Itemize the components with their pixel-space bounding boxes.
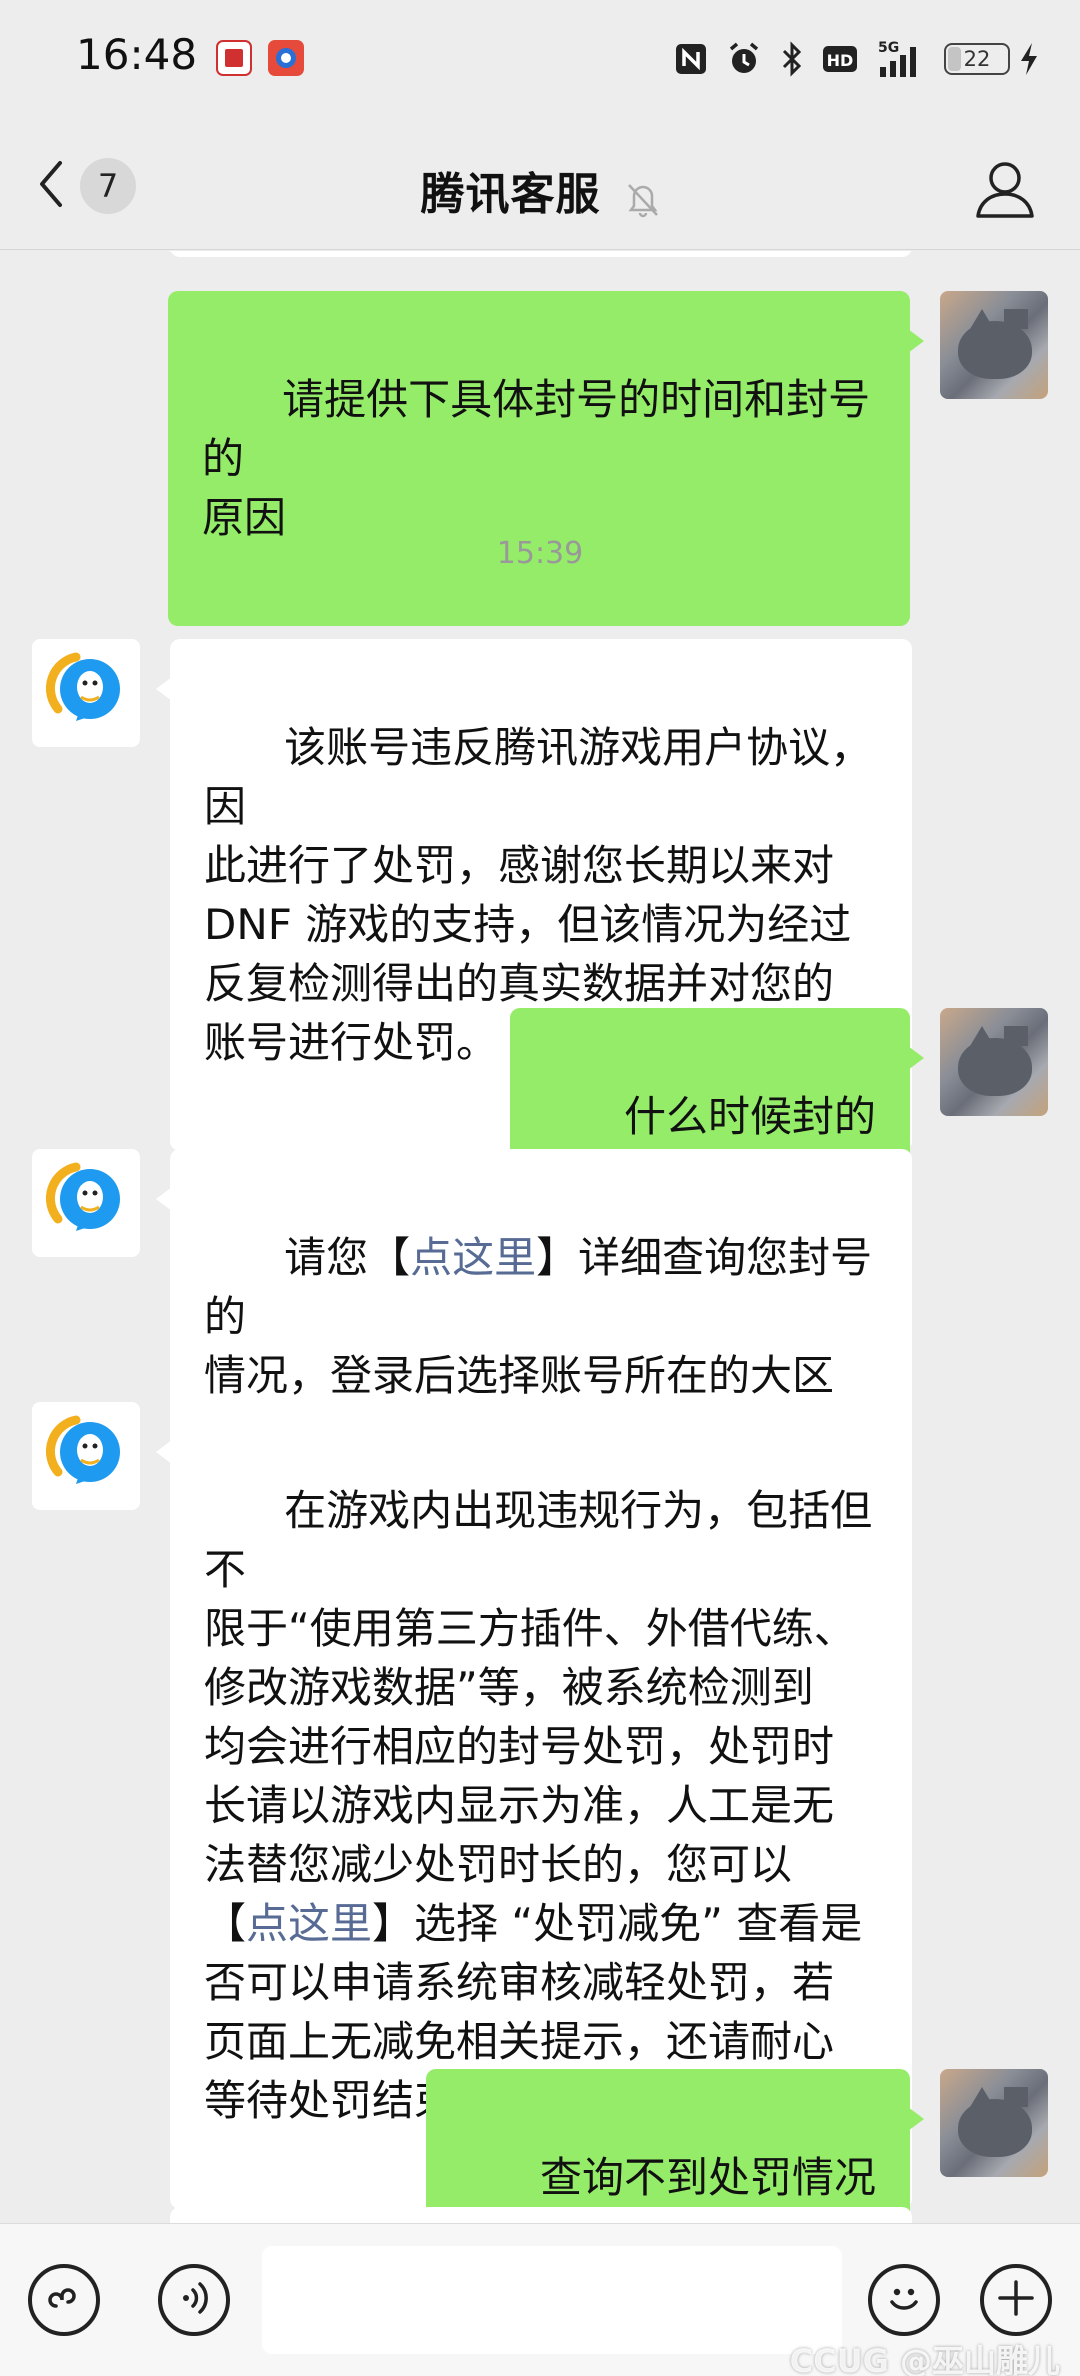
notification-app-icon bbox=[216, 40, 252, 76]
qq-logo-icon bbox=[45, 652, 120, 721]
hd-icon: HD bbox=[822, 43, 858, 75]
query-link[interactable]: 点这里 bbox=[410, 1233, 536, 1282]
charging-icon bbox=[1018, 41, 1040, 77]
more-button[interactable] bbox=[980, 2264, 1052, 2336]
alarm-icon bbox=[726, 41, 762, 77]
my-message-bubble[interactable]: 请提供下具体封号的时间和封号的 原因 bbox=[168, 291, 924, 626]
watermark: CCUG @巫山雕儿 bbox=[789, 2342, 1060, 2376]
nfc-icon bbox=[674, 42, 708, 76]
partial-message-bubble bbox=[156, 251, 912, 257]
mini-program-button[interactable] bbox=[28, 2264, 100, 2336]
battery-level: 22 bbox=[963, 47, 991, 71]
my-avatar[interactable] bbox=[940, 1008, 1048, 1116]
qq-avatar[interactable] bbox=[32, 1149, 140, 1257]
message-list[interactable]: 请提供下具体封号的时间和封号的 原因 15:39 该账号违反腾讯游戏用户协议，因… bbox=[0, 251, 1080, 2223]
penalty-reduction-link[interactable]: 点这里 bbox=[246, 1899, 372, 1948]
bluetooth-icon bbox=[780, 41, 804, 77]
svg-text:HD: HD bbox=[827, 51, 854, 70]
profile-button[interactable] bbox=[974, 158, 1036, 220]
status-bar: 16:48 HD 5G 22 bbox=[0, 0, 1080, 120]
notification-app-icon-2 bbox=[268, 40, 304, 76]
mini-program-icon bbox=[42, 2276, 86, 2324]
my-message-bubble[interactable]: 查询不到处罚情况 bbox=[425, 2069, 925, 2223]
message-text-prefix: 请您【 bbox=[284, 1233, 411, 1282]
voice-button[interactable] bbox=[158, 2264, 230, 2336]
message-text-prefix: 在游戏内出现违规行为，包括但不 限于“使用第三方插件、外借代练、 修改游戏数据”… bbox=[204, 1486, 873, 1948]
message-text: 查询不到处罚情况 bbox=[539, 2153, 876, 2202]
battery-icon: 22 bbox=[944, 43, 1010, 75]
my-avatar[interactable] bbox=[940, 291, 1048, 399]
qq-avatar[interactable] bbox=[32, 639, 140, 747]
message-input[interactable] bbox=[262, 2246, 842, 2354]
chat-title: 腾讯客服 bbox=[420, 169, 601, 220]
qq-logo-icon bbox=[45, 1415, 120, 1484]
my-avatar[interactable] bbox=[940, 2069, 1048, 2177]
mute-bell-icon bbox=[626, 180, 660, 222]
message-text: 请提供下具体封号的时间和封号的 原因 bbox=[202, 375, 871, 542]
plus-icon bbox=[994, 2276, 1038, 2324]
5g-signal-icon: 5G bbox=[876, 39, 924, 79]
profile-icon bbox=[974, 162, 1036, 224]
voice-icon bbox=[172, 2276, 216, 2324]
svg-text:5G: 5G bbox=[878, 40, 899, 56]
emoji-button[interactable] bbox=[868, 2264, 940, 2336]
emoji-icon bbox=[882, 2276, 926, 2324]
partial-message-bubble bbox=[170, 2207, 912, 2223]
qq-avatar[interactable] bbox=[32, 1402, 140, 1510]
message-timestamp: 15:39 bbox=[496, 536, 584, 571]
chat-header: 7 腾讯客服 bbox=[0, 120, 1080, 250]
message-text: 什么时候封的 bbox=[623, 1092, 876, 1141]
status-time: 16:48 bbox=[76, 30, 198, 79]
qq-logo-icon bbox=[45, 1162, 120, 1231]
